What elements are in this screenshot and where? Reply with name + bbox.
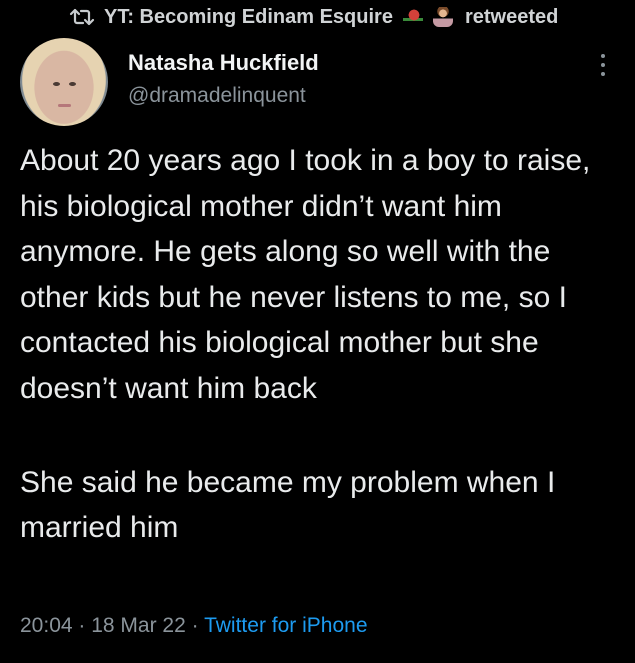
- more-options-icon[interactable]: [596, 50, 610, 80]
- meta-separator: ·: [72, 614, 92, 637]
- retweet-icon: [69, 8, 95, 26]
- retweeted-label: retweeted: [464, 5, 559, 28]
- rose-emoji-icon: [402, 7, 423, 27]
- tweet-time[interactable]: 20:04: [20, 614, 73, 637]
- author-handle[interactable]: @dramadelinquent: [128, 84, 306, 108]
- tweet-paragraph: About 20 years ago I took in a boy to ra…: [20, 144, 591, 405]
- avatar[interactable]: [20, 38, 108, 126]
- avatar-eye-right: [69, 82, 76, 86]
- tweet-text: About 20 years ago I took in a boy to ra…: [20, 138, 625, 551]
- woman-judge-emoji-icon: [432, 7, 453, 27]
- tweet-paragraph: She said he became my problem when I mar…: [20, 465, 556, 545]
- tweet-metadata: 20:04 · 18 Mar 22 · Twitter for iPhone: [20, 614, 368, 638]
- avatar-mouth: [58, 104, 71, 107]
- avatar-eye-left: [53, 82, 60, 86]
- tweet-source-link[interactable]: Twitter for iPhone: [204, 614, 367, 637]
- retweet-context[interactable]: YT: Becoming Edinam Esquire retweeted: [68, 2, 558, 32]
- retweeter-name[interactable]: YT: Becoming Edinam Esquire: [104, 6, 393, 29]
- meta-separator: ·: [185, 614, 205, 637]
- author-display-name[interactable]: Natasha Huckfield: [128, 50, 319, 76]
- tweet-date[interactable]: 18 Mar 22: [91, 614, 186, 637]
